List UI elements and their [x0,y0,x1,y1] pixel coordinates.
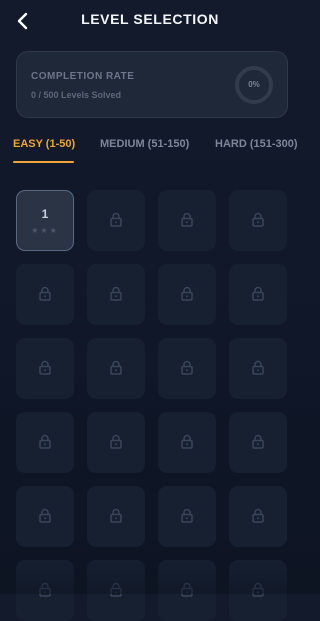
level-tile-1[interactable]: 1 ★★★ [16,190,74,251]
level-tile-locked[interactable] [229,486,287,547]
lock-icon [39,360,51,375]
lock-icon [181,582,193,597]
lock-icon [181,508,193,523]
level-tile-locked[interactable] [87,486,145,547]
level-tile-locked[interactable] [87,264,145,325]
lock-icon [39,582,51,597]
lock-icon [39,434,51,449]
level-tile-locked[interactable] [229,338,287,399]
lock-icon [252,212,264,227]
lock-icon [39,286,51,301]
lock-icon [252,582,264,597]
level-tile-locked[interactable] [87,560,145,621]
lock-icon [110,286,122,301]
level-tile-locked[interactable] [16,486,74,547]
level-tile-locked[interactable] [158,560,216,621]
level-tile-locked[interactable] [16,264,74,325]
level-tile-locked[interactable] [16,338,74,399]
level-number: 1 [41,207,49,221]
lock-icon [110,434,122,449]
lock-icon [252,286,264,301]
lock-icon [110,212,122,227]
level-tile-locked[interactable] [229,412,287,473]
lock-icon [252,508,264,523]
lock-icon [252,360,264,375]
level-tile-locked[interactable] [16,560,74,621]
lock-icon [252,434,264,449]
level-tile-locked[interactable] [158,486,216,547]
lock-icon [181,212,193,227]
lock-icon [110,508,122,523]
level-tile-locked[interactable] [16,412,74,473]
level-tile-locked[interactable] [158,190,216,251]
star-rating: ★★★ [31,226,59,235]
level-tile-locked[interactable] [229,190,287,251]
level-tile-locked[interactable] [87,190,145,251]
level-tile-locked[interactable] [87,412,145,473]
level-grid: 1 ★★★ [0,0,300,621]
lock-icon [181,434,193,449]
level-tile-locked[interactable] [229,560,287,621]
level-tile-locked[interactable] [229,264,287,325]
level-tile-locked[interactable] [87,338,145,399]
lock-icon [110,582,122,597]
lock-icon [39,508,51,523]
lock-icon [181,286,193,301]
level-tile-locked[interactable] [158,264,216,325]
lock-icon [110,360,122,375]
lock-icon [181,360,193,375]
level-tile-locked[interactable] [158,412,216,473]
level-tile-locked[interactable] [158,338,216,399]
